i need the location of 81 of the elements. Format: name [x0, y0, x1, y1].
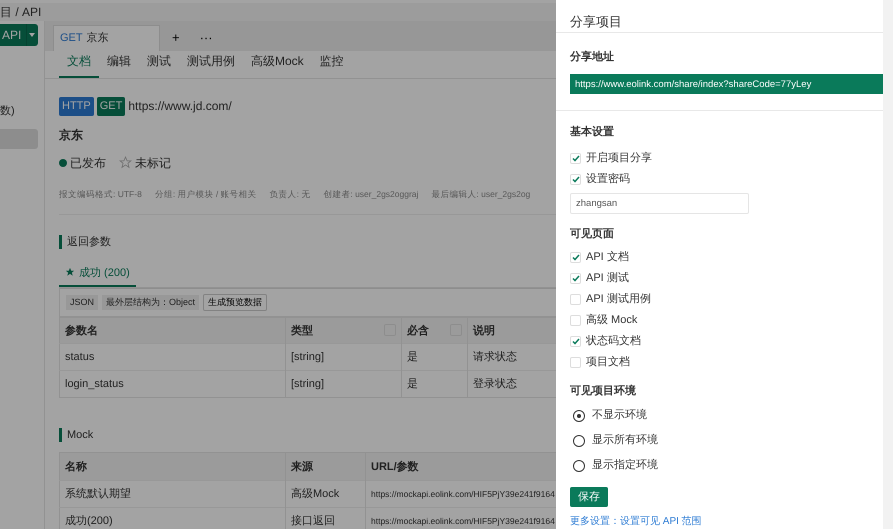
table-cell: 是	[402, 370, 468, 398]
add-tab-button[interactable]: +	[164, 25, 188, 51]
generate-preview-button[interactable]: 生成预览数据	[203, 294, 268, 312]
breadcrumb: 目 / API	[0, 4, 42, 21]
checkbox[interactable]	[570, 153, 581, 164]
checkbox-label: 状态码文档	[586, 334, 641, 349]
star-icon	[65, 267, 75, 278]
table-cell: 接口返回	[286, 508, 366, 529]
meta-text: 最后编辑人: user_2gs2og	[431, 188, 530, 200]
section-heading: 可见项目环境	[570, 384, 637, 398]
method-badge: GET	[96, 97, 126, 116]
checkbox-label: 开启项目分享	[586, 150, 652, 166]
checkbox-label: 项目文档	[586, 354, 630, 370]
response-tab[interactable]: 成功 (200)	[59, 265, 136, 287]
tab-title: 京东	[86, 30, 109, 46]
api-url: https://www.jd.com/	[128, 98, 232, 116]
radio-button[interactable]	[573, 410, 585, 422]
checkbox[interactable]	[570, 356, 581, 368]
table-cell: [string]	[286, 344, 402, 371]
checkbox[interactable]	[570, 252, 581, 262]
checkbox[interactable]	[570, 272, 581, 284]
sub-tab[interactable]: 编辑	[99, 52, 139, 78]
sub-tab[interactable]: 高级Mock	[243, 52, 312, 78]
radio-button[interactable]	[573, 434, 585, 446]
section-heading: 基本设置	[570, 124, 615, 140]
section-heading: 分享地址	[570, 50, 615, 65]
api-name: 京东	[59, 126, 84, 144]
drawer-title: 分享项目	[556, 0, 883, 33]
sub-tab[interactable]: 监控	[312, 52, 352, 78]
settings-link[interactable]: 更多设置：设置可见 API 范围	[570, 514, 869, 529]
sub-tab[interactable]: 测试用例	[179, 52, 243, 78]
star-label: 未标记	[135, 154, 171, 172]
caret-icon	[29, 33, 36, 37]
column-header: 说明	[468, 318, 556, 344]
checkbox-label: API 测试用例	[586, 292, 651, 307]
table-cell: 成功(200)	[60, 508, 286, 529]
table-cell: status	[60, 344, 286, 371]
new-api-button[interactable]: API	[0, 24, 38, 46]
checkbox-label: 高级 Mock	[586, 312, 638, 328]
meta-text: 分组: 用户模块 / 账号相关	[154, 188, 257, 200]
checkbox-label: 设置密码	[586, 172, 630, 188]
radio-label: 不显示环境	[592, 408, 647, 424]
checkbox-label: API 测试	[586, 270, 629, 286]
checkbox[interactable]	[570, 294, 581, 304]
tag: 最外层结构为：Object	[102, 294, 200, 310]
share-url-field[interactable]: https://www.eolink.com/share/index?shareCode=77yLey	[570, 74, 883, 94]
checkbox[interactable]	[570, 174, 581, 185]
checkbox[interactable]	[570, 314, 581, 326]
checkbox[interactable]	[570, 336, 581, 346]
column-header: 参数名	[60, 318, 286, 344]
meta-text: 创建者: user_2gs2oggraj	[323, 188, 418, 200]
radio-button[interactable]	[573, 460, 585, 472]
column-header: 来源	[286, 452, 366, 481]
table-cell: 系统默认期望	[60, 480, 286, 508]
column-header: 必含	[402, 318, 468, 344]
sub-tab[interactable]: 文档	[59, 52, 99, 78]
table-cell: [string]	[286, 370, 402, 398]
sidebar-item[interactable]: 数)	[0, 101, 44, 121]
method-label: GET	[60, 31, 83, 46]
protocol-badge: HTTP	[59, 97, 94, 116]
status-label: 已发布	[70, 154, 106, 172]
column-header: URL/参数	[366, 452, 556, 481]
column-header: 名称	[60, 452, 286, 481]
meta-text: 负责人: 无	[270, 188, 310, 200]
save-button[interactable]: 保存	[570, 487, 608, 507]
column-header: 类型	[286, 318, 402, 344]
table-cell: login_status	[60, 370, 286, 398]
star-icon[interactable]	[119, 156, 132, 169]
checkbox-label: API 文档	[586, 250, 629, 265]
password-field[interactable]: zhangsan	[570, 193, 749, 214]
status-dot-icon	[59, 158, 67, 166]
section-heading: 可见页面	[570, 227, 615, 242]
table-cell: 高级Mock	[286, 480, 366, 508]
radio-label: 显示所有环境	[592, 432, 658, 448]
more-button[interactable]: ···	[192, 25, 221, 51]
document-tab[interactable]: GET 京东	[53, 25, 160, 51]
table-cell: 是	[402, 344, 468, 371]
radio-label: 显示指定环境	[592, 458, 658, 474]
meta-text: 报文编码格式: UTF-8	[59, 188, 142, 200]
tag: JSON	[66, 294, 98, 310]
sub-tab[interactable]: 测试	[139, 52, 179, 78]
